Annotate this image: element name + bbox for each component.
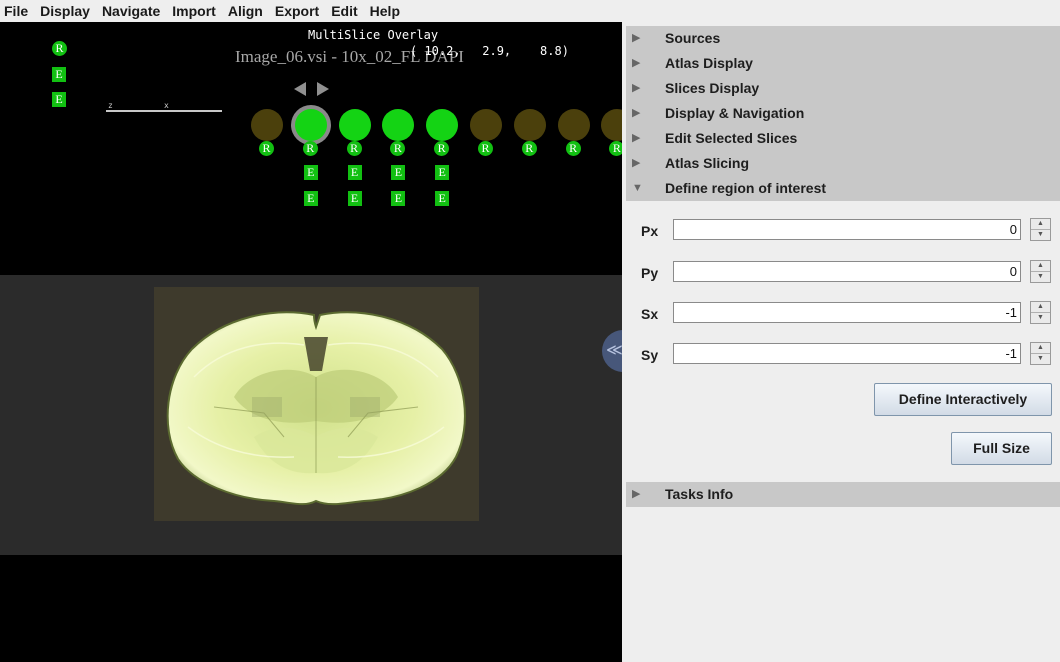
section-label: Define region of interest [665,180,827,196]
px-spinner[interactable]: ▲ ▼ [1030,218,1051,241]
r-marker[interactable]: R [52,41,67,56]
scale-label-z: z [108,101,113,110]
px-input[interactable]: 0 [673,219,1021,240]
section-label: Slices Display [665,80,760,96]
define-interactively-button[interactable]: Define Interactively [874,383,1052,416]
menu-file[interactable]: File [0,0,34,22]
menu-display[interactable]: Display [34,0,96,22]
roi-panel: Px 0 ▲ ▼ Py 0 ▲ ▼ Sx -1 ▲ ▼ Sy -1 ▲ ▼ De… [631,203,1052,477]
collapsed-triangle-icon: ▶ [632,132,641,144]
py-input[interactable]: 0 [673,261,1021,282]
collapsed-triangle-icon: ▶ [632,57,641,69]
slice-r-marker[interactable]: R [565,141,581,156]
collapsed-triangle-icon: ▶ [632,157,641,169]
slice-r-marker[interactable]: R [521,141,537,156]
section-label: Edit Selected Slices [665,130,798,146]
slice-dot[interactable] [251,109,283,141]
section-slices-display[interactable]: ▶ Slices Display [626,76,1060,101]
slice-r-marker[interactable]: R [346,141,362,156]
slice-dot[interactable] [338,109,371,141]
py-label: Py [641,265,659,281]
menu-help[interactable]: Help [364,0,406,22]
e-marker[interactable]: E [52,67,66,82]
slice-e-marker[interactable]: E [391,191,406,206]
menu-export[interactable]: Export [269,0,325,22]
previous-slice-arrow-icon[interactable] [294,82,306,96]
multislice-viewer[interactable]: ≪ MultiSlice Overlay Image_06.vsi - 10x_… [0,22,622,662]
section-label: Display & Navigation [665,105,805,121]
collapsed-triangle-icon: ▶ [632,82,641,94]
slice-dot[interactable] [513,109,546,141]
slice-dot[interactable] [557,109,590,141]
slice-r-marker[interactable]: R [434,141,450,156]
next-slice-arrow-icon[interactable] [317,82,329,96]
current-slice-dot[interactable] [294,109,327,141]
slice-e-marker[interactable]: E [303,191,318,206]
menu-navigate[interactable]: Navigate [96,0,166,22]
menu-edit[interactable]: Edit [325,0,363,22]
section-define-region-of-interest[interactable]: ▼ Define region of interest [626,176,1060,201]
e-marker[interactable]: E [52,92,66,107]
slice-r-marker[interactable]: R [302,141,318,156]
spinner-up-icon[interactable]: ▲ [1031,219,1050,230]
sx-label: Sx [641,306,659,322]
scale-bar [106,110,222,112]
overlay-title: MultiSlice Overlay [308,28,439,42]
slice-e-marker[interactable]: E [391,165,406,180]
slice-r-marker[interactable]: R [259,141,274,156]
section-atlas-display[interactable]: ▶ Atlas Display [626,51,1060,76]
slice-e-marker[interactable]: E [435,165,450,180]
slice-dot[interactable] [382,109,415,141]
spinner-down-icon[interactable]: ▼ [1031,313,1050,323]
collapsed-triangle-icon: ▶ [632,32,641,44]
slice-dot[interactable] [601,109,622,141]
collapsed-triangle-icon: ▶ [632,107,641,119]
spinner-up-icon[interactable]: ▲ [1031,343,1050,354]
expanded-triangle-icon: ▼ [632,182,643,194]
slice-dot[interactable] [470,109,502,141]
section-display-navigation[interactable]: ▶ Display & Navigation [626,101,1060,126]
section-label: Sources [665,30,721,46]
sy-input[interactable]: -1 [673,343,1021,364]
menu-align[interactable]: Align [222,0,269,22]
slice-r-marker[interactable]: R [478,141,493,156]
slice-e-marker[interactable]: E [347,165,362,180]
slice-r-marker[interactable]: R [390,141,406,156]
slice-dot[interactable] [426,109,459,141]
section-label: Tasks Info [665,486,734,502]
control-panel: ▶ Sources ▶ Atlas Display ▶ Slices Displ… [622,22,1060,662]
scale-label-x: x [164,101,169,110]
slice-r-marker[interactable]: R [609,141,622,156]
sx-spinner[interactable]: ▲ ▼ [1030,301,1051,324]
sx-input[interactable]: -1 [673,302,1021,323]
py-spinner[interactable]: ▲ ▼ [1030,260,1051,283]
cursor-coordinates: ( 10.2, 2.9, 8.8) [410,44,569,58]
spinner-down-icon[interactable]: ▼ [1031,230,1050,240]
sy-spinner[interactable]: ▲ ▼ [1030,342,1051,365]
menu-bar: File Display Navigate Import Align Expor… [0,0,1060,22]
menu-import[interactable]: Import [166,0,222,22]
brain-slice-graphic [166,311,466,506]
slice-e-marker[interactable]: E [435,191,450,206]
section-sources[interactable]: ▶ Sources [626,26,1060,51]
section-edit-selected-slices[interactable]: ▶ Edit Selected Slices [626,126,1060,151]
section-tasks-info[interactable]: ▶ Tasks Info [626,482,1060,507]
slice-e-marker[interactable]: E [303,165,318,180]
spinner-up-icon[interactable]: ▲ [1031,302,1050,313]
section-label: Atlas Slicing [665,155,750,171]
collapsed-triangle-icon: ▶ [632,488,641,500]
section-label: Atlas Display [665,55,753,71]
spinner-down-icon[interactable]: ▼ [1031,354,1050,364]
brain-slice-image[interactable] [154,287,479,521]
spinner-down-icon[interactable]: ▼ [1031,272,1050,282]
slice-e-marker[interactable]: E [347,191,362,206]
section-atlas-slicing[interactable]: ▶ Atlas Slicing [626,151,1060,176]
spinner-up-icon[interactable]: ▲ [1031,261,1050,272]
px-label: Px [641,223,659,239]
sy-label: Sy [641,347,659,363]
full-size-button[interactable]: Full Size [951,432,1052,465]
